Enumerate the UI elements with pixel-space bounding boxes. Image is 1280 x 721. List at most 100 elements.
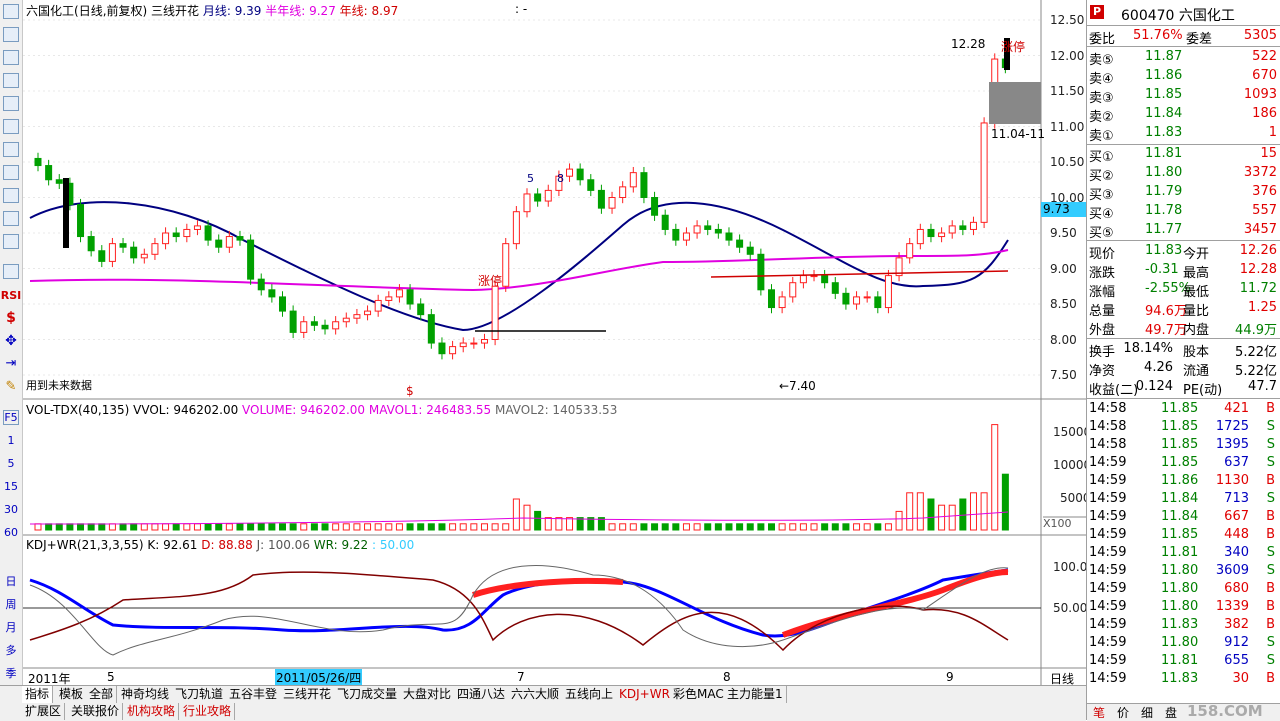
extension-tab[interactable]: 机构攻略 [124, 703, 180, 720]
candle-body [969, 221, 977, 230]
indicator-tab[interactable]: 模板 [56, 686, 88, 703]
stat2-value: 47.7 [1248, 379, 1277, 394]
panel-tab[interactable]: 盘 [1165, 704, 1177, 721]
indicator-tab[interactable]: 三线开花 [280, 686, 336, 703]
period-day[interactable]: 日 [0, 573, 22, 589]
dollar-marker: $ [406, 384, 414, 398]
ask-volume: 670 [1252, 68, 1277, 83]
panel-tab[interactable]: 价 [1117, 704, 1129, 721]
stat-label: 现价 [1089, 247, 1116, 262]
stock-code-name: 600470 六国化工 [1121, 8, 1235, 24]
extension-tab[interactable]: 扩展区 [22, 703, 66, 720]
candle-body [268, 289, 276, 298]
tick-volume: 448 [1224, 527, 1249, 542]
indicator-tab[interactable]: KDJ+WR [616, 686, 674, 703]
vvol-value: VVOL: 946202.00 [133, 403, 239, 417]
indicator-tab[interactable]: 神奇均线 [118, 686, 174, 703]
candle-body [427, 314, 435, 344]
period-60min[interactable]: 60 [0, 526, 22, 539]
bid-label: 买② [1089, 169, 1114, 184]
tick-price: 11.86 [1161, 473, 1199, 488]
stat-value: -0.31 [1145, 262, 1179, 277]
candle-body [980, 122, 988, 223]
document-icon[interactable] [3, 142, 19, 157]
wave-icon[interactable] [3, 264, 19, 279]
stat-value: 1.25 [1248, 300, 1277, 315]
indicator-tab[interactable]: 主力能量1 [724, 686, 787, 703]
tick-volume: 637 [1224, 455, 1249, 470]
period-5min[interactable]: 5 [0, 457, 22, 470]
volume-bar [353, 523, 361, 531]
candle-body [470, 342, 478, 345]
kdj-k-line [29, 568, 1009, 638]
period-quarter[interactable]: 季 [0, 665, 22, 681]
range-label: 11.04-11 [991, 127, 1045, 141]
chart-area[interactable]: 六国化工(日线,前复权) 三线开花 月线: 9.39 半年线: 9.27 年线:… [23, 0, 1091, 686]
volume-bar [661, 523, 669, 531]
candlestick-icon[interactable] [3, 73, 19, 88]
period-30min[interactable]: 30 [0, 503, 22, 516]
stat2-value: 5.22亿 [1235, 364, 1277, 379]
exit-icon[interactable]: ⇥ [0, 356, 22, 371]
candle-body [948, 225, 956, 234]
candle-body [693, 225, 701, 234]
volume-bar [268, 523, 276, 531]
indicator-tab[interactable]: 大盘对比 [400, 686, 456, 703]
volume-bar [204, 523, 212, 531]
weibi-label: 委比 [1089, 32, 1116, 47]
volume-bar [651, 523, 659, 531]
volume-bar [34, 523, 42, 531]
tick-volume: 1395 [1215, 437, 1249, 452]
grid-icon[interactable] [3, 4, 19, 19]
dollar-icon[interactable]: $ [0, 310, 22, 326]
stat2-label: 股本 [1183, 345, 1210, 360]
rsi-button[interactable]: RSI [0, 289, 22, 302]
tick-volume: 912 [1224, 635, 1249, 650]
percent-icon[interactable] [3, 211, 19, 226]
pencil-icon[interactable]: ✎ [0, 379, 22, 394]
indicator-tab[interactable]: 五谷丰登 [226, 686, 282, 703]
volume-bar [130, 523, 138, 531]
indicator-tab[interactable]: 六六大顺 [508, 686, 564, 703]
tick-row: 14:59 11.83 382 B [1087, 616, 1280, 634]
move-icon[interactable]: ✥ [0, 333, 22, 349]
tick-price: 11.80 [1161, 599, 1199, 614]
candle-body [257, 278, 265, 291]
f5-button[interactable]: F5 [3, 410, 19, 425]
fio-icon[interactable] [3, 119, 19, 134]
extension-tab[interactable]: 关联报价 [68, 703, 124, 720]
period-week[interactable]: 周 [0, 596, 22, 612]
line-chart-icon[interactable] [3, 50, 19, 65]
period-multi[interactable]: 多 [0, 642, 22, 658]
volume-bar [714, 523, 722, 531]
panel-tab[interactable]: 细 [1141, 704, 1153, 721]
period-1min[interactable]: 1 [0, 434, 22, 447]
extension-tab[interactable]: 行业攻略 [180, 703, 236, 720]
indicator-tab[interactable]: 飞刀成交量 [334, 686, 402, 703]
panel-tab[interactable]: 笔 [1093, 704, 1105, 721]
list-icon[interactable] [3, 96, 19, 111]
volume-bar [119, 523, 127, 531]
candle-body [512, 211, 520, 245]
indicator-tab[interactable]: 飞刀轨道 [172, 686, 228, 703]
volume-bar [725, 523, 733, 531]
indicator-tab[interactable]: 全部 [86, 686, 118, 703]
mavol2-value: MAVOL2: 140533.53 [495, 403, 618, 417]
period-month[interactable]: 月 [0, 619, 22, 635]
period-15min[interactable]: 15 [0, 480, 22, 493]
selected-date[interactable]: 2011/05/26/四 [275, 669, 363, 686]
volume-value: VOLUME: 946202.00 [242, 403, 366, 417]
indicator-tab[interactable]: 四通八达 [454, 686, 510, 703]
volume-bar [257, 523, 265, 531]
candle-body [364, 310, 372, 316]
report-icon[interactable] [3, 165, 19, 180]
logo-icon: P [1090, 5, 1104, 19]
fiz-icon[interactable] [3, 188, 19, 203]
volume-bar [406, 523, 414, 531]
table-icon[interactable] [3, 27, 19, 42]
indicator-tab[interactable]: 五线向上 [562, 686, 618, 703]
bid-label: 买③ [1089, 188, 1114, 203]
search-icon[interactable] [3, 234, 19, 249]
volume-bar [980, 492, 988, 531]
indicator-tab[interactable]: 指标 [22, 686, 54, 703]
